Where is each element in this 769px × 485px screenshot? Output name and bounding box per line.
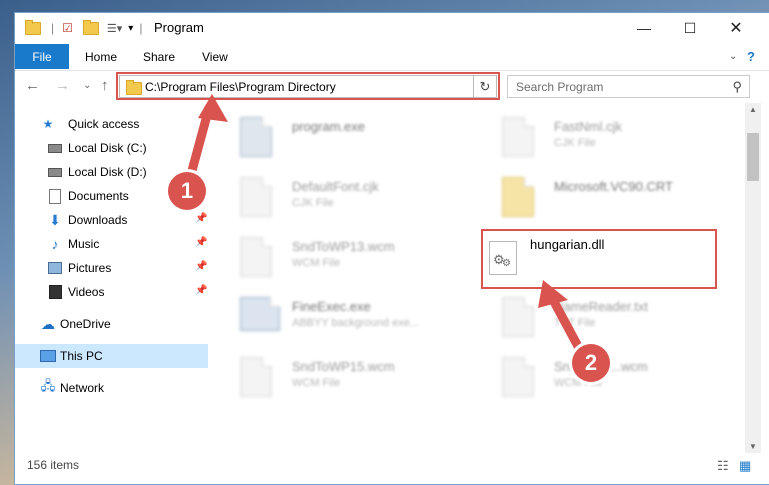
annotation-arrows (185, 94, 585, 355)
callout-2-arrowhead (538, 280, 568, 308)
callout-badge-2: 2 (572, 344, 610, 382)
callout-badge-1: 1 (168, 172, 206, 210)
callout-2-arrow-shaft (546, 291, 585, 355)
callout-1-arrowhead (198, 94, 228, 122)
